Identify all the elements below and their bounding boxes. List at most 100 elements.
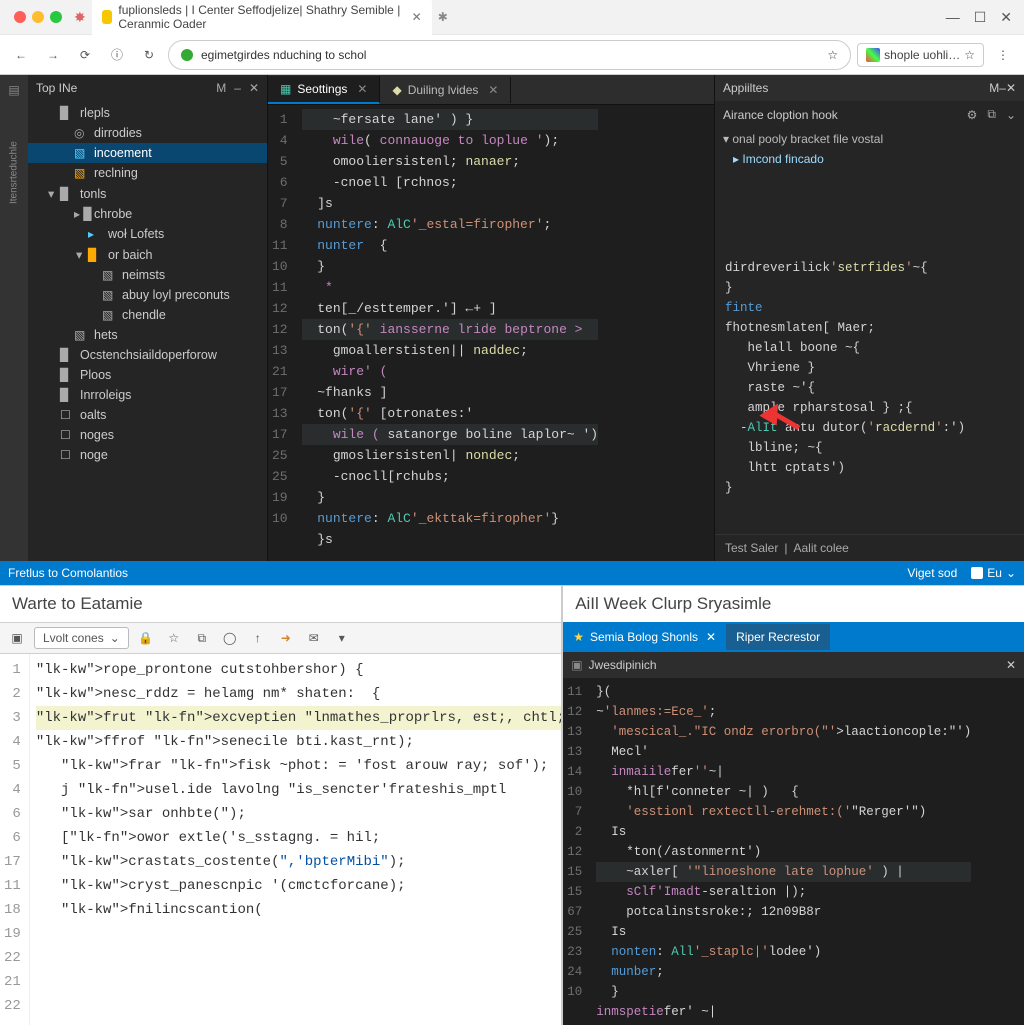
lower-right-title: AiIl Week Clurp Sryasimle bbox=[563, 586, 1024, 622]
status-viget[interactable]: Viget sod bbox=[907, 566, 957, 580]
applets-line1: Airance cloption hook bbox=[723, 108, 838, 122]
lower-left-title: Warte to Eatamie bbox=[0, 586, 561, 622]
forward-button[interactable]: → bbox=[40, 42, 66, 68]
sidebar-tool-m[interactable]: M bbox=[216, 81, 226, 95]
file-icon: ◆ bbox=[392, 83, 401, 97]
code-editor-main[interactable]: 1456781110111212132117131725251910 ~fers… bbox=[268, 105, 714, 561]
panel-tool-m[interactable]: M bbox=[989, 81, 999, 95]
tree-item[interactable]: ▸ ▉chrobe bbox=[28, 204, 267, 224]
tree-item[interactable]: ▾▉tonls bbox=[28, 183, 267, 204]
status-bar: Fretlus to Comolantios Viget sod Eu⌄ bbox=[0, 561, 1024, 585]
open-icon[interactable]: ⧉ bbox=[987, 107, 996, 122]
tab-riper[interactable]: Riper Recrestor bbox=[726, 624, 830, 650]
tree-item[interactable]: ▉Inrroleigs bbox=[28, 385, 267, 405]
site-info-icon bbox=[181, 49, 193, 61]
browser-navbar: ← → ⟳ ⓘ ↻ egimetgirdes nduching to schol… bbox=[0, 34, 1024, 74]
footer-left[interactable]: Test Saler bbox=[725, 541, 778, 555]
down-icon[interactable]: ⌄ bbox=[1006, 108, 1016, 122]
footer-right[interactable]: Aalit colee bbox=[793, 541, 848, 555]
applets-line3[interactable]: ▸ Imcond fincado bbox=[715, 150, 1024, 172]
close-icon[interactable]: ✕ bbox=[1006, 658, 1016, 672]
scheme-dropdown[interactable]: Lvolt cones ⌄ bbox=[34, 627, 129, 649]
circle-icon[interactable]: ◯ bbox=[219, 627, 241, 649]
more-icon[interactable]: ▾ bbox=[331, 627, 353, 649]
sidebar-tool-close[interactable]: ✕ bbox=[249, 81, 259, 95]
zoom-window-dot[interactable] bbox=[50, 11, 62, 23]
sidebar-title: Top INe bbox=[36, 81, 77, 95]
applets-title: Appiiltes bbox=[723, 81, 768, 95]
tree-item[interactable]: ▧abuy loyl preconuts bbox=[28, 285, 267, 305]
star-icon[interactable]: ☆ bbox=[163, 627, 185, 649]
tree-item[interactable]: ▉Ploos bbox=[28, 365, 267, 385]
close-icon[interactable]: ✕ bbox=[1000, 9, 1012, 26]
tree-item[interactable]: ☐oalts bbox=[28, 405, 267, 425]
editor-tabs: ▦ Seottings ✕ ◆ Duiling lvides ✕ bbox=[268, 75, 714, 105]
titlebar: ✸ fuplionsleds | I Center Seffodjelize| … bbox=[0, 0, 1024, 34]
up-icon[interactable]: ↑ bbox=[247, 627, 269, 649]
bag-icon bbox=[971, 567, 983, 579]
applets-line2[interactable]: ▾ onal pooly bracket file vostal bbox=[715, 128, 1024, 150]
tree-item[interactable]: ▸woł Lofets bbox=[28, 224, 267, 244]
back-button[interactable]: ← bbox=[8, 42, 34, 68]
tree-item[interactable]: ▉rlepls bbox=[28, 103, 267, 123]
activity-bar: ▤ Itensrteduchle bbox=[0, 75, 28, 561]
subtab-label[interactable]: Jwesdipinich bbox=[589, 658, 657, 672]
bookmark-star-icon[interactable]: ☆ bbox=[827, 48, 838, 62]
applets-code[interactable]: dirdreverilick'setrfides'~{}fintefhotnes… bbox=[715, 172, 1024, 534]
lower-right-editor: AiIl Week Clurp Sryasimle ★ Semia Bolog … bbox=[563, 586, 1024, 1025]
close-window-dot[interactable] bbox=[14, 11, 26, 23]
panel-icon[interactable]: ▣ bbox=[6, 627, 28, 649]
address-bar[interactable]: egimetgirdes nduching to schol ☆ bbox=[168, 40, 851, 70]
tab-close-icon[interactable]: ✕ bbox=[488, 83, 498, 97]
file-tree: ▉rlepls◎dirrodies▧incoement▧reclning▾▉to… bbox=[28, 101, 267, 561]
refresh-alt-button[interactable]: ↻ bbox=[136, 42, 162, 68]
maximize-icon[interactable]: ☐ bbox=[974, 9, 987, 26]
tree-item[interactable]: ▉Ocstenchsiaildoperforow bbox=[28, 345, 267, 365]
explorer-icon[interactable]: ▤ bbox=[5, 81, 23, 99]
extension-button[interactable]: shople uohli… ☆ bbox=[857, 43, 984, 67]
tree-item[interactable]: ▧neimsts bbox=[28, 265, 267, 285]
status-left[interactable]: Fretlus to Comolantios bbox=[8, 566, 128, 580]
tab-close-icon[interactable]: ✕ bbox=[357, 82, 367, 96]
editor-tab-settings[interactable]: ▦ Seottings ✕ bbox=[268, 76, 380, 104]
bookmark-star-icon: ☆ bbox=[964, 48, 975, 62]
tab-title: fuplionsleds | I Center Seffodjelize| Sh… bbox=[118, 3, 401, 31]
tree-item[interactable]: ▧hets bbox=[28, 325, 267, 345]
minimize-icon[interactable]: — bbox=[946, 9, 960, 26]
dark2-code-editor[interactable]: 111213131410721215156725232410 }(~'lanme… bbox=[563, 678, 1024, 1025]
tab-label: Seottings bbox=[297, 82, 347, 96]
panel-tool-close[interactable]: ✕ bbox=[1006, 81, 1016, 95]
tab-pin-icon[interactable]: ✱ bbox=[438, 10, 448, 24]
browser-chrome: ✸ fuplionsleds | I Center Seffodjelize| … bbox=[0, 0, 1024, 75]
copy-icon[interactable]: ⧉ bbox=[191, 627, 213, 649]
tree-item[interactable]: ▾▉or baich bbox=[28, 244, 267, 265]
tree-item[interactable]: ▧incoement bbox=[28, 143, 267, 163]
light-code-editor[interactable]: 1234546617111819222122 "lk-kw">rope_pron… bbox=[0, 654, 561, 1025]
tree-item[interactable]: ▧chendle bbox=[28, 305, 267, 325]
sidebar-vertical-label: Itensrteduchle bbox=[5, 113, 23, 233]
menu-button[interactable]: ⋮ bbox=[990, 42, 1016, 68]
tree-item[interactable]: ☐noges bbox=[28, 425, 267, 445]
tree-item[interactable]: ☐noge bbox=[28, 445, 267, 465]
mail-icon[interactable]: ✉ bbox=[303, 627, 325, 649]
status-eu[interactable]: Eu⌄ bbox=[971, 566, 1016, 580]
editor-tab-duiling[interactable]: ◆ Duiling lvides ✕ bbox=[380, 77, 511, 103]
arrow-right-icon[interactable]: ➜ bbox=[275, 627, 297, 649]
gear-icon[interactable]: ⚙ bbox=[967, 108, 978, 122]
tree-item[interactable]: ▧reclning bbox=[28, 163, 267, 183]
tab-semia[interactable]: ★ Semia Bolog Shonls ✕ bbox=[563, 624, 726, 650]
tree-item[interactable]: ◎dirrodies bbox=[28, 123, 267, 143]
lock-icon[interactable]: 🔒 bbox=[135, 627, 157, 649]
dark2-subtab: ▣ Jwesdipinich ✕ bbox=[563, 652, 1024, 678]
tab-label: Riper Recrestor bbox=[736, 630, 820, 644]
tab-close-icon[interactable]: ✕ bbox=[412, 10, 422, 24]
file-icon: ▣ bbox=[571, 658, 582, 672]
minimize-window-dot[interactable] bbox=[32, 11, 44, 23]
reload-button[interactable]: ⟳ bbox=[72, 42, 98, 68]
sidebar-tool-min[interactable]: – bbox=[234, 81, 241, 95]
tab-close-icon[interactable]: ✕ bbox=[706, 630, 716, 644]
address-text: egimetgirdes nduching to schol bbox=[201, 48, 366, 62]
info-button[interactable]: ⓘ bbox=[104, 42, 130, 68]
panel-tool-min[interactable]: – bbox=[999, 81, 1006, 95]
browser-tab-0[interactable]: fuplionsleds | I Center Seffodjelize| Sh… bbox=[92, 0, 432, 37]
